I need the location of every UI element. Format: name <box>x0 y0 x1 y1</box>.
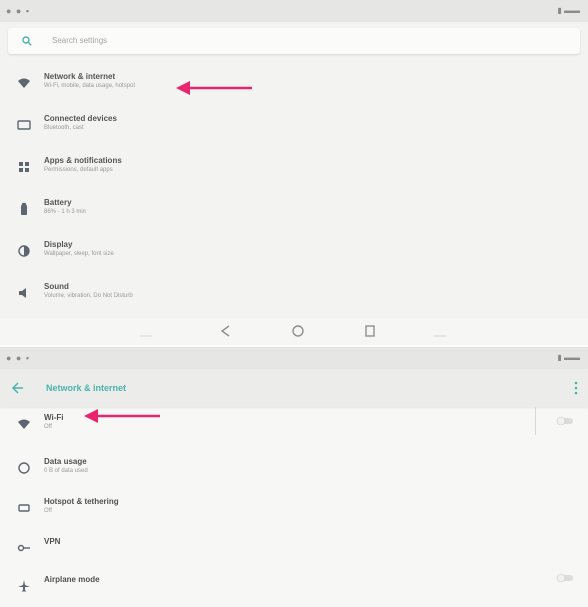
back-nav-icon[interactable] <box>218 324 234 338</box>
airplane-mode-toggle[interactable] <box>556 573 574 583</box>
item-summary: Wi-Fi, mobile, data usage, hotspot <box>44 83 136 89</box>
hotspot-icon <box>18 504 30 512</box>
back-arrow-icon[interactable] <box>12 382 24 394</box>
item-summary: 0 B of data used <box>44 468 88 474</box>
settings-item-connected-devices[interactable]: Connected devices Bluetooth, cast <box>0 106 588 146</box>
wifi-icon <box>18 78 30 88</box>
item-summary: 86% - 1 h 3 min <box>44 209 87 215</box>
settings-screen: ● ● ▪ ▮ ▬▬ Search settings Network & int… <box>0 0 588 345</box>
item-summary: Permissions, default apps <box>44 167 113 173</box>
more-options-icon[interactable] <box>574 381 578 395</box>
settings-item-display[interactable]: Display Wallpaper, sleep, font size <box>0 232 588 272</box>
item-title: Battery <box>44 198 72 207</box>
app-toolbar: Network & internet <box>0 369 588 407</box>
item-title: Display <box>44 240 73 249</box>
search-bar[interactable]: Search settings <box>8 28 580 54</box>
item-summary: Wallpaper, sleep, font size <box>44 251 114 257</box>
wifi-icon <box>18 419 30 429</box>
home-nav-icon[interactable] <box>290 324 306 338</box>
settings-item-network[interactable]: Network & internet Wi-Fi, mobile, data u… <box>0 64 588 104</box>
annotation-arrow-wifi <box>84 409 160 423</box>
status-right-icons: ▮ ▬▬ <box>557 353 580 362</box>
settings-item-apps[interactable]: Apps & notifications Permissions, defaul… <box>0 148 588 188</box>
battery-icon <box>21 203 27 215</box>
search-icon <box>22 36 32 46</box>
item-title: VPN <box>44 537 61 546</box>
network-internet-screen: ● ● ▪ ▮ ▬▬ Network & internet Wi-Fi Off … <box>0 347 588 607</box>
status-icons: ● ● ▪ <box>6 353 31 363</box>
item-title: Airplane mode <box>44 575 100 584</box>
sound-icon <box>19 288 26 298</box>
item-summary: Off <box>44 508 52 514</box>
item-summary: Off <box>44 424 52 430</box>
divider <box>535 407 536 435</box>
annotation-arrow-network <box>176 81 252 95</box>
settings-item-sound[interactable]: Sound Volume, vibration, Do Not Disturb <box>0 274 588 314</box>
item-title: Apps & notifications <box>44 156 122 165</box>
settings-item-battery[interactable]: Battery 86% - 1 h 3 min <box>0 190 588 230</box>
status-bar: ● ● ▪ ▮ ▬▬ <box>0 347 588 369</box>
navigation-bar <box>0 318 588 345</box>
network-item-hotspot[interactable]: Hotspot & tethering Off <box>0 489 588 529</box>
page-title: Network & internet <box>46 383 127 393</box>
wifi-toggle[interactable] <box>556 416 574 426</box>
item-title: Connected devices <box>44 114 117 123</box>
devices-icon <box>17 120 31 130</box>
apps-icon <box>19 162 29 172</box>
display-icon <box>18 245 30 257</box>
airplane-icon <box>18 580 30 592</box>
data-usage-icon <box>18 462 30 474</box>
search-placeholder: Search settings <box>52 36 108 45</box>
status-right-icons: ▮ ▬▬ <box>557 6 580 15</box>
item-title: Wi-Fi <box>44 413 64 422</box>
nav-placeholder-right-icon <box>434 335 446 337</box>
nav-placeholder-left-icon <box>140 335 152 337</box>
network-item-vpn[interactable]: VPN <box>0 529 588 569</box>
item-title: Data usage <box>44 457 87 466</box>
network-item-airplane-mode[interactable]: Airplane mode <box>0 567 588 607</box>
vpn-icon <box>17 544 30 552</box>
item-title: Network & internet <box>44 72 116 81</box>
status-icons: ● ● ▪ <box>6 6 31 16</box>
item-summary: Volume, vibration, Do Not Disturb <box>44 293 133 299</box>
item-title: Sound <box>44 282 69 291</box>
item-title: Hotspot & tethering <box>44 497 119 506</box>
network-item-data-usage[interactable]: Data usage 0 B of data used <box>0 449 588 489</box>
item-summary: Bluetooth, cast <box>44 125 84 131</box>
recents-nav-icon[interactable] <box>362 324 378 338</box>
status-bar: ● ● ▪ ▮ ▬▬ <box>0 0 588 22</box>
